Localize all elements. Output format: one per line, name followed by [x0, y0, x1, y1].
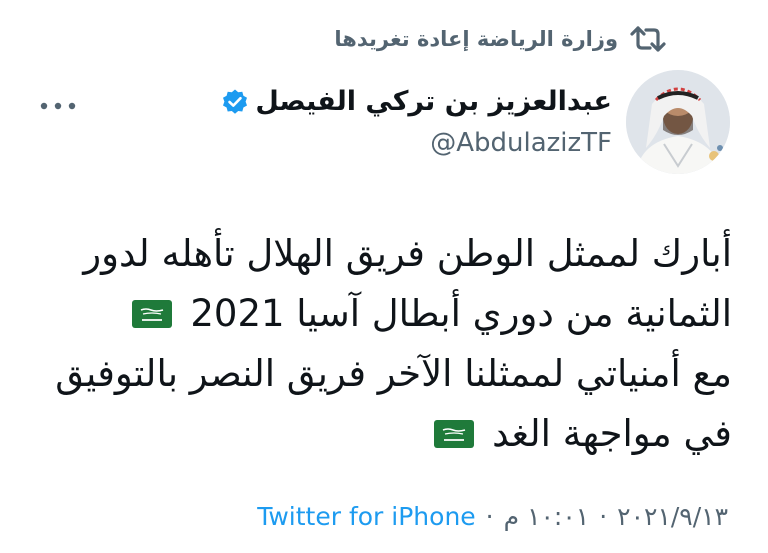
saudi-flag-icon — [132, 300, 173, 328]
avatar-photo — [626, 70, 730, 174]
retweet-indicator[interactable]: وزارة الرياضة إعادة تغريدها — [334, 22, 666, 56]
tweet-line: الثمانية من دوري أبطال آسيا 2021 — [42, 284, 732, 344]
tweet-source-link[interactable]: Twitter for iPhone — [257, 502, 475, 531]
tweet-line: أبارك لممثل الوطن فريق الهلال تأهله لدور — [42, 224, 732, 284]
avatar[interactable] — [626, 70, 730, 174]
tweet-line-text: الثمانية من دوري أبطال آسيا 2021 — [190, 292, 732, 335]
tweet-line-text: في مواجهة الغد — [492, 412, 732, 455]
tweet-meta: ٢٠٢١/٩/١٣ · ١٠:٠١ م · Twitter for iPhone — [257, 502, 728, 531]
meta-separator: · — [485, 502, 494, 531]
tweet-line-text: أبارك لممثل الوطن فريق الهلال تأهله لدور — [83, 232, 732, 275]
retweet-icon — [630, 26, 666, 52]
author-name-row[interactable]: عبدالعزيز بن تركي الفيصل — [221, 86, 612, 117]
verified-badge-icon — [223, 89, 248, 114]
tweet-time[interactable]: ١٠:٠١ م — [504, 502, 590, 531]
author-display-name[interactable]: عبدالعزيز بن تركي الفيصل — [255, 86, 612, 117]
more-options-icon[interactable] — [38, 96, 78, 116]
tweet-line: مع أمنياتي لممثلنا الآخر فريق النصر بالت… — [42, 344, 732, 404]
tweet-text: أبارك لممثل الوطن فريق الهلال تأهله لدور… — [42, 224, 732, 464]
tweet-date[interactable]: ٢٠٢١/٩/١٣ — [617, 502, 728, 531]
tweet-line-text: مع أمنياتي لممثلنا الآخر فريق النصر بالت… — [55, 352, 732, 395]
meta-separator: · — [599, 502, 608, 531]
tweet-line: في مواجهة الغد — [42, 404, 732, 464]
author-handle[interactable]: @AbdulazizTF — [430, 128, 612, 158]
retweet-label: وزارة الرياضة إعادة تغريدها — [334, 27, 618, 51]
saudi-flag-icon — [434, 420, 475, 448]
